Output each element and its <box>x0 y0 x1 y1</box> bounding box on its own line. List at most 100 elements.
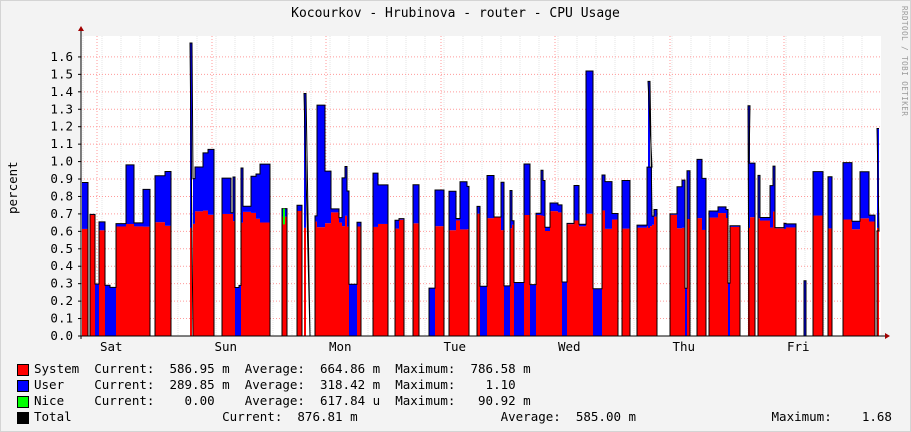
legend-system: System Current: 586.95 m Average: 664.86… <box>34 361 531 376</box>
user-area-segment <box>239 285 241 336</box>
user-area-segment <box>126 164 134 225</box>
y-tick-label: 0.9 <box>50 171 73 186</box>
user-area-segment <box>105 285 110 336</box>
user-area-segment <box>325 171 331 224</box>
system-area-segment <box>203 210 208 336</box>
user-area-segment <box>155 175 165 223</box>
system-area-segment <box>579 226 586 336</box>
legend-swatch-total <box>17 412 29 424</box>
user-area-segment <box>612 213 618 220</box>
system-area-segment <box>116 226 126 336</box>
user-area-segment <box>550 203 558 212</box>
user-area-segment <box>251 176 256 213</box>
x-tick-label: Sun <box>214 339 237 354</box>
user-area-segment <box>487 175 494 219</box>
x-axis-arrow <box>885 333 890 339</box>
user-area-segment <box>82 182 88 229</box>
legend-swatch-nice <box>17 396 29 408</box>
user-area-segment <box>480 286 487 336</box>
system-area-segment <box>828 228 832 336</box>
user-area-segment <box>134 222 143 227</box>
y-tick-label: 1.4 <box>50 84 73 99</box>
user-area-segment <box>95 284 99 336</box>
system-area-segment <box>282 216 287 336</box>
user-area-segment <box>460 181 467 230</box>
system-area-segment <box>126 224 134 336</box>
user-area-segment <box>514 282 524 336</box>
user-area-segment <box>110 287 116 336</box>
system-area-segment <box>297 210 302 336</box>
system-area-segment <box>413 223 419 336</box>
system-area-segment <box>541 215 543 336</box>
user-area-segment <box>222 178 231 214</box>
system-area-segment <box>251 212 256 336</box>
y-tick-label: 0.5 <box>50 241 73 256</box>
system-area-segment <box>456 220 460 336</box>
user-area-segment <box>235 287 239 336</box>
user-area-segment <box>545 227 550 231</box>
user-area-segment <box>530 284 536 336</box>
system-area-segment <box>567 224 574 336</box>
user-area-segment <box>562 281 567 336</box>
user-area-segment <box>435 189 444 227</box>
system-area-segment <box>622 228 630 336</box>
system-area-segment <box>786 227 796 336</box>
user-area-segment <box>317 105 325 228</box>
system-area-segment <box>648 227 650 336</box>
system-area-segment <box>524 214 530 336</box>
user-area-segment <box>413 184 419 224</box>
user-area-segment <box>429 288 435 336</box>
system-area-segment <box>543 216 545 336</box>
system-area-segment <box>697 218 702 336</box>
user-area-segment <box>243 206 251 212</box>
y-tick-label: 1.3 <box>50 101 73 116</box>
system-area-segment <box>852 229 860 336</box>
user-area-segment <box>586 70 593 214</box>
system-area-segment <box>670 214 677 336</box>
system-area-segment <box>605 228 612 336</box>
user-area-segment <box>504 285 510 336</box>
system-area-segment <box>677 228 682 336</box>
user-area-segment <box>574 185 579 221</box>
x-tick-label: Tue <box>443 339 466 354</box>
user-area-segment <box>260 164 270 223</box>
user-area-segment <box>718 206 726 214</box>
system-area-segment <box>813 215 823 336</box>
x-tick-label: Sat <box>100 339 123 354</box>
user-area-segment <box>395 220 399 229</box>
user-area-segment <box>203 152 208 211</box>
user-area-segment <box>728 283 730 336</box>
y-tick-label: 1.1 <box>50 136 73 151</box>
system-area-segment <box>545 230 550 336</box>
user-area-segment <box>524 164 530 215</box>
x-tick-label: Thu <box>672 339 695 354</box>
system-area-segment <box>134 226 143 336</box>
system-area-segment <box>256 218 260 336</box>
user-area-segment <box>709 211 718 218</box>
y-tick-label: 0.4 <box>50 258 73 273</box>
system-area-segment <box>231 213 233 336</box>
user-area-segment <box>256 174 260 219</box>
user-area-segment <box>331 208 339 213</box>
user-area-segment <box>165 171 171 226</box>
system-area-segment <box>558 212 562 336</box>
y-tick-label: 0.6 <box>50 223 73 238</box>
system-area-segment <box>243 211 251 336</box>
system-area-segment <box>260 222 270 336</box>
system-area-segment <box>378 223 388 336</box>
nice-area-segment <box>283 208 285 225</box>
legend-swatch-system <box>17 364 29 376</box>
system-area-segment <box>612 219 618 336</box>
user-area-segment <box>378 184 388 224</box>
legend-swatch-user <box>17 380 29 392</box>
y-tick-label: 0.3 <box>50 276 73 291</box>
system-area-segment <box>494 217 501 336</box>
system-area-segment <box>869 221 875 336</box>
user-area-segment <box>652 216 654 225</box>
y-axis-arrow <box>78 26 84 31</box>
user-area-segment <box>208 149 214 215</box>
y-tick-label: 1.0 <box>50 154 73 169</box>
x-tick-label: Fri <box>787 339 810 354</box>
system-area-segment <box>730 226 740 336</box>
system-area-segment <box>702 229 706 336</box>
